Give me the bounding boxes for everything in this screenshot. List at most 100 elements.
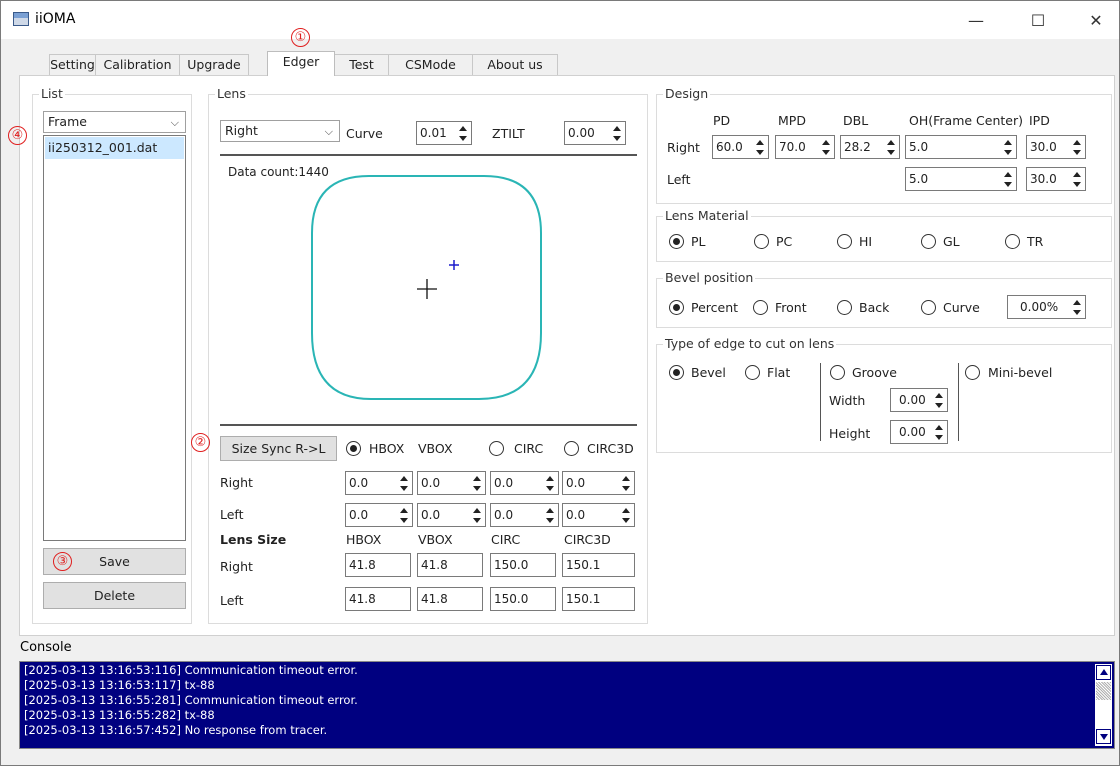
spin-arrows-icon[interactable]	[621, 476, 631, 491]
material-tr-radio[interactable]	[1005, 234, 1020, 249]
tab-upgrade[interactable]: Upgrade	[179, 54, 249, 76]
lens-material-group: Lens Material PL PC HI GL TR	[656, 208, 1112, 262]
size-sync-button[interactable]: Size Sync R->L	[220, 436, 337, 461]
offset-right-hbox[interactable]: 0.0	[345, 471, 413, 495]
console-line: [2025-03-13 13:16:55:281] Communication …	[24, 693, 358, 707]
preview-bottom-divider	[220, 424, 637, 426]
annotation-marker-2: ②	[191, 433, 210, 452]
spin-arrows-icon[interactable]	[1003, 140, 1013, 155]
list-item[interactable]: ii250312_001.dat	[45, 137, 184, 159]
tab-edger[interactable]: Edger	[267, 51, 335, 76]
oh-left-stepper[interactable]: 5.0	[905, 167, 1017, 191]
spin-arrows-icon[interactable]	[458, 126, 468, 141]
spin-arrows-icon[interactable]	[755, 140, 765, 155]
mode-hbox-radio[interactable]	[346, 441, 361, 456]
spin-arrows-icon[interactable]	[1072, 300, 1082, 315]
groove-width-stepper[interactable]: 0.00	[890, 388, 948, 412]
ipd-header: IPD	[1029, 113, 1050, 128]
bevel-back-label: Back	[859, 300, 890, 315]
design-right-label: Right	[667, 140, 700, 155]
spin-arrows-icon[interactable]	[472, 476, 482, 491]
ipd-left-stepper[interactable]: 30.0	[1026, 167, 1086, 191]
edge-groove-radio[interactable]	[830, 365, 845, 380]
edge-bevel-radio[interactable]	[669, 365, 684, 380]
scroll-thumb[interactable]	[1096, 682, 1111, 700]
size-left-vbox[interactable]: 41.8	[417, 587, 483, 611]
size-right-circ[interactable]: 150.0	[490, 553, 556, 577]
delete-button[interactable]: Delete	[43, 582, 186, 609]
close-button[interactable]: ✕	[1073, 1, 1119, 39]
curve-stepper[interactable]: 0.01	[416, 121, 472, 145]
bevel-curve-radio[interactable]	[921, 300, 936, 315]
bevel-back-radio[interactable]	[837, 300, 852, 315]
spin-arrows-icon[interactable]	[472, 508, 482, 523]
offset-right-circ3d[interactable]: 0.0	[562, 471, 635, 495]
spin-arrows-icon[interactable]	[621, 508, 631, 523]
size-right-hbox[interactable]: 41.8	[345, 553, 411, 577]
spin-arrows-icon[interactable]	[399, 508, 409, 523]
spin-arrows-icon[interactable]	[934, 425, 944, 440]
spin-arrows-icon[interactable]	[886, 140, 896, 155]
spin-arrows-icon[interactable]	[612, 126, 622, 141]
tab-test[interactable]: Test	[334, 54, 389, 76]
size-left-label: Left	[220, 593, 244, 608]
oh-right-stepper[interactable]: 5.0	[905, 135, 1017, 159]
pd-right-stepper[interactable]: 60.0	[712, 135, 769, 159]
tab-about-us[interactable]: About us	[472, 54, 558, 76]
groove-height-stepper[interactable]: 0.00	[890, 420, 948, 444]
material-gl-radio[interactable]	[921, 234, 936, 249]
material-pl-radio[interactable]	[669, 234, 684, 249]
design-group: Design PD MPD DBL OH(Frame Center) IPD R…	[656, 86, 1112, 204]
size-left-circ[interactable]: 150.0	[490, 587, 556, 611]
console-scrollbar[interactable]	[1095, 664, 1112, 746]
bevel-front-radio[interactable]	[753, 300, 768, 315]
list-group: List Frame ⌵ ii250312_001.dat Save Delet…	[32, 86, 192, 624]
ztilt-stepper[interactable]: 0.00	[564, 121, 626, 145]
offset-left-vbox[interactable]: 0.0	[417, 503, 486, 527]
size-left-circ3d[interactable]: 150.1	[562, 587, 635, 611]
offset-left-circ3d[interactable]: 0.0	[562, 503, 635, 527]
scroll-down-icon[interactable]	[1096, 729, 1111, 744]
size-right-circ3d[interactable]: 150.1	[562, 553, 635, 577]
console-output: [2025-03-13 13:16:53:116] Communication …	[19, 661, 1115, 749]
spin-arrows-icon[interactable]	[545, 476, 555, 491]
edge-flat-radio[interactable]	[745, 365, 760, 380]
edge-mini-bevel-radio[interactable]	[965, 365, 980, 380]
spin-arrows-icon[interactable]	[1003, 172, 1013, 187]
list-type-combo[interactable]: Frame ⌵	[43, 111, 186, 133]
optical-center-icon	[449, 260, 459, 270]
offset-left-hbox[interactable]: 0.0	[345, 503, 413, 527]
offset-left-circ[interactable]: 0.0	[490, 503, 559, 527]
spin-arrows-icon[interactable]	[545, 508, 555, 523]
mode-circ-radio[interactable]	[489, 441, 504, 456]
spin-arrows-icon[interactable]	[399, 476, 409, 491]
mode-vbox-label: VBOX	[418, 441, 453, 456]
spin-arrows-icon[interactable]	[1072, 172, 1082, 187]
offset-right-circ[interactable]: 0.0	[490, 471, 559, 495]
tab-csmode[interactable]: CSMode	[388, 54, 473, 76]
maximize-button[interactable]: ☐	[1015, 1, 1061, 39]
edge-mini-bevel-label: Mini-bevel	[988, 365, 1053, 380]
bevel-percent-radio[interactable]	[669, 300, 684, 315]
bevel-value-stepper[interactable]: 0.00%	[1007, 295, 1086, 319]
lens-side-combo[interactable]: Right ⌵	[220, 120, 340, 142]
tab-calibration[interactable]: Calibration	[95, 54, 180, 76]
mode-circ3d-radio[interactable]	[564, 441, 579, 456]
scroll-up-icon[interactable]	[1096, 665, 1111, 680]
material-pc-radio[interactable]	[754, 234, 769, 249]
dbl-right-stepper[interactable]: 28.2	[840, 135, 900, 159]
size-right-vbox[interactable]: 41.8	[417, 553, 483, 577]
lens-group-label: Lens	[215, 86, 248, 101]
ipd-right-stepper[interactable]: 30.0	[1026, 135, 1086, 159]
file-list: ii250312_001.dat	[43, 135, 186, 541]
tab-setting[interactable]: Setting	[49, 54, 96, 76]
spin-arrows-icon[interactable]	[934, 393, 944, 408]
material-hi-radio[interactable]	[837, 234, 852, 249]
spin-arrows-icon[interactable]	[1072, 140, 1082, 155]
minimize-button[interactable]: —	[953, 1, 999, 39]
offset-right-vbox[interactable]: 0.0	[417, 471, 486, 495]
mpd-right-stepper[interactable]: 70.0	[775, 135, 835, 159]
size-left-hbox[interactable]: 41.8	[345, 587, 411, 611]
spin-arrows-icon[interactable]	[821, 140, 831, 155]
bevel-front-label: Front	[775, 300, 807, 315]
